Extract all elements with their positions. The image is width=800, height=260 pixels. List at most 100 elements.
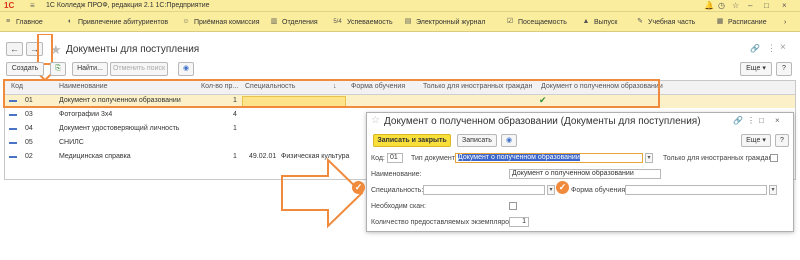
dialog-more-button[interactable]: Еще ▾ xyxy=(741,134,771,147)
find-button[interactable]: Найти... xyxy=(72,62,108,76)
minimize-icon[interactable]: – xyxy=(748,1,752,10)
form-header: ← → ★ Документы для поступления 🔗 ⋮ × xyxy=(0,42,800,60)
graduation-icon: ▲ xyxy=(582,18,590,25)
maximize-icon[interactable]: □ xyxy=(764,1,769,10)
row-item-icon xyxy=(9,114,17,116)
menu-item-study-office[interactable]: ✎ Учебная часть xyxy=(636,16,695,28)
link-icon[interactable]: 🔗 xyxy=(750,44,760,53)
highlight-frame xyxy=(3,79,660,108)
menu-item-graduation[interactable]: ▲ Выпуск xyxy=(582,16,618,28)
menu-item-schedule[interactable]: ▦ Расписание xyxy=(716,16,767,28)
cell-name: Фотографии 3х4 xyxy=(59,111,113,118)
name-field[interactable]: Документ о полученном образовании xyxy=(509,169,661,179)
globe-icon: ◉ xyxy=(505,137,513,144)
specialty-field[interactable] xyxy=(423,185,545,195)
marker-check-icon: ✓ xyxy=(556,181,569,194)
cell-code: 03 xyxy=(25,111,33,118)
back-button[interactable]: ← xyxy=(6,42,23,56)
study-icon: ✎ xyxy=(637,18,643,25)
study-form-label: Форма обучения: xyxy=(571,187,628,194)
cell-name: Медицинская справка xyxy=(59,153,131,160)
menu-icon[interactable]: ≡ xyxy=(30,1,35,10)
dialog-title: Документ о полученном образовании (Докум… xyxy=(384,116,701,127)
menu-item-admission[interactable]: ☺ Приёмная комиссия xyxy=(182,16,259,28)
scan-checkbox[interactable] xyxy=(509,202,517,210)
specialty-label: Специальность: xyxy=(371,187,424,194)
close-icon[interactable]: × xyxy=(775,116,780,125)
people-icon: ☺ xyxy=(182,18,190,25)
doc-type-dropdown-icon[interactable]: ▾ xyxy=(645,153,653,163)
close-form-icon[interactable]: × xyxy=(780,42,786,53)
specialty-dropdown-icon[interactable]: ▾ xyxy=(547,185,555,195)
notification-icon[interactable]: 🔔 xyxy=(704,1,714,10)
globe-icon: ◉ xyxy=(182,65,190,72)
help-button[interactable]: ? xyxy=(776,62,792,76)
row-item-icon xyxy=(9,156,17,158)
history-icon[interactable]: ◷ xyxy=(718,1,725,10)
cell-name: СНИЛС xyxy=(59,139,84,146)
menu-item-e-journal[interactable]: ▤ Электронный журнал xyxy=(404,16,486,28)
menu-item-departments[interactable]: ▥ Отделения xyxy=(270,16,318,28)
cancel-search-button[interactable]: Отменить поиск xyxy=(110,62,168,76)
print-button[interactable]: ◉ xyxy=(178,62,194,76)
cell-qty: 4 xyxy=(233,111,237,118)
menu-scroll-right-icon[interactable]: › xyxy=(784,16,786,28)
pointer-arrow-right xyxy=(281,158,364,228)
copy-icon: ⎘ xyxy=(55,65,61,72)
study-form-field[interactable] xyxy=(625,185,767,195)
title-bar: 1С ≡ 1С Колледж ПРОФ, редакция 2.1 1С:Пр… xyxy=(0,0,800,12)
building-icon: ▥ xyxy=(270,18,278,25)
foreign-only-checkbox[interactable] xyxy=(770,154,778,162)
cell-name: Документ удостоверяющий личность xyxy=(59,125,180,132)
cell-qty: 1 xyxy=(233,153,237,160)
dialog-help-button[interactable]: ? xyxy=(775,134,789,147)
more-actions-icon[interactable]: ⋮ xyxy=(767,43,776,54)
favorites-icon[interactable]: ☆ xyxy=(732,1,739,10)
copy-button[interactable]: ⎘ xyxy=(50,62,66,76)
menu-item-attendance[interactable]: ☑ Посещаемость xyxy=(506,16,567,28)
create-button[interactable]: Создать xyxy=(6,62,44,76)
doc-type-label: Тип документа: xyxy=(411,155,461,162)
megaphone-icon: ◐ xyxy=(67,18,73,25)
link-icon[interactable]: 🔗 xyxy=(733,116,743,125)
row-item-icon xyxy=(9,128,17,130)
more-button[interactable]: Еще ▾ xyxy=(740,62,772,76)
attendance-icon: ☑ xyxy=(506,18,514,25)
menu-item-grades[interactable]: 5/4 Успеваемость xyxy=(332,16,392,28)
app-logo: 1С xyxy=(4,1,15,10)
menu-item-recruitment[interactable]: ◐ Привлечение абитуриентов xyxy=(66,16,168,28)
schedule-icon: ▦ xyxy=(716,18,724,25)
study-form-dropdown-icon[interactable]: ▾ xyxy=(769,185,777,195)
save-and-close-button[interactable]: Записать и закрыть xyxy=(373,134,451,147)
cell-code: 02 xyxy=(25,153,33,160)
doc-type-field[interactable]: Документ о полученном образовании xyxy=(455,153,643,163)
app-title: 1С Колледж ПРОФ, редакция 2.1 1С:Предпри… xyxy=(46,2,210,9)
marker-check-icon: ✓ xyxy=(352,181,365,194)
maximize-icon[interactable]: □ xyxy=(759,116,764,125)
cell-code: 04 xyxy=(25,125,33,132)
section-menu: ≡ Главное ◐ Привлечение абитуриентов ☺ Приё… xyxy=(0,12,800,32)
copies-label: Количество предоставляемых экземпляров: xyxy=(371,219,515,226)
row-item-icon xyxy=(9,142,17,144)
cell-specialty-code: 49.02.01 xyxy=(249,153,277,160)
code-field[interactable]: 01 xyxy=(387,153,403,163)
close-icon[interactable]: × xyxy=(782,1,787,10)
favorite-star-icon[interactable]: ☆ xyxy=(371,115,380,126)
grade-icon: 5/4 xyxy=(333,19,342,25)
menu-item-main[interactable]: ≡ Главное xyxy=(4,16,43,28)
save-button[interactable]: Записать xyxy=(457,134,497,147)
cell-qty: 1 xyxy=(233,125,237,132)
pointer-arrow-down xyxy=(27,34,63,82)
cell-code: 05 xyxy=(25,139,33,146)
foreign-only-label: Только для иностранных граждан: xyxy=(663,155,775,162)
page-title: Документы для поступления xyxy=(66,44,200,55)
name-label: Наименование: xyxy=(371,171,422,178)
more-actions-icon[interactable]: ⋮ xyxy=(747,116,755,125)
journal-icon: ▤ xyxy=(404,18,412,25)
code-label: Код: xyxy=(371,155,385,162)
home-icon: ≡ xyxy=(5,18,11,25)
copies-field[interactable]: 1 xyxy=(509,217,529,227)
report-button[interactable]: ◉ xyxy=(501,134,517,147)
document-edit-dialog: ☆ Документ о полученном образовании (Док… xyxy=(366,112,794,232)
scan-label: Необходим скан: xyxy=(371,203,426,210)
